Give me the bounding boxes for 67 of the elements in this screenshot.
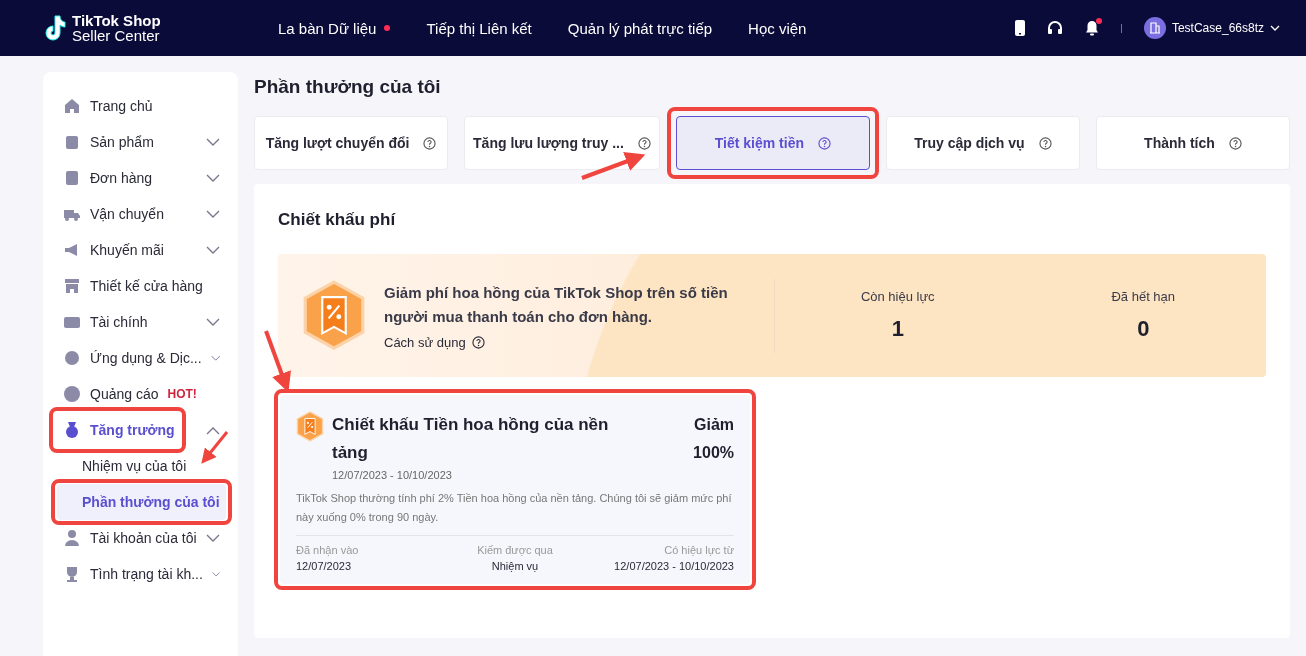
logo-title: TikTok Shop (72, 13, 161, 28)
hot-label: HOT! (167, 387, 197, 401)
chevron-up-icon[interactable] (206, 425, 220, 435)
field-value: 12/07/2023 - 10/10/2023 (614, 560, 734, 572)
sidebar-item[interactable]: Tài khoản của tôi (57, 520, 226, 556)
reward-title: Chiết khấu Tiền hoa hồng của nền tảng (332, 414, 610, 464)
medal-icon (63, 421, 81, 439)
field-label: Đã nhận vào (296, 544, 360, 556)
help-icon (423, 136, 437, 150)
help-icon (1228, 136, 1242, 150)
banner-text: Giảm phí hoa hồng của TikTok Shop trên số tiền người mua thanh toán cho đơn hàng. (384, 283, 729, 327)
reward-dates: 12/07/2023 - 10/10/2023 (332, 469, 453, 481)
sidebar-item[interactable]: Vận chuyển (57, 196, 226, 232)
person-icon (63, 529, 81, 547)
discount-value: 100% (693, 443, 734, 463)
sidebar-item[interactable]: Sản phẩm (57, 124, 226, 160)
sidebar-item[interactable]: Tình trạng tài kh... (57, 556, 226, 592)
avatar[interactable] (1143, 17, 1166, 39)
headset-icon[interactable] (1046, 20, 1063, 36)
sidebar-item[interactable]: Tăng trưởng (57, 412, 226, 448)
field-value: Nhiệm vụ (491, 560, 539, 572)
stat-value: 1 (891, 316, 904, 342)
section-title: Chiết khấu phí (278, 210, 397, 230)
discount-badge-icon (296, 411, 324, 442)
building-icon (1148, 22, 1161, 34)
username[interactable]: TestCase_66s8tz (1171, 21, 1264, 35)
nav-link[interactable]: Tiếp thị Liên kết (426, 19, 532, 37)
phone-icon[interactable] (1014, 20, 1025, 36)
home-icon (63, 97, 81, 115)
sidebar-item[interactable]: Đơn hàng (57, 160, 226, 196)
tab[interactable]: Thành tích (1095, 116, 1290, 170)
help-icon (637, 136, 651, 150)
annotation-arrow (201, 431, 229, 464)
annotation-arrow (581, 152, 646, 180)
sidebar-subitem[interactable]: Phần thưởng của tôi (57, 484, 226, 520)
tab[interactable]: Tiết kiệm tiền (675, 116, 870, 170)
page-title: Phần thưởng của tôi (254, 75, 442, 99)
help-icon (471, 336, 485, 349)
sidebar-subitem[interactable]: Nhiệm vụ của tôi (57, 448, 226, 484)
sidebar-item[interactable]: Trang chủ (57, 88, 226, 124)
nav-link[interactable]: Học viện (748, 19, 807, 37)
logo-subtitle: Seller Center (72, 28, 161, 43)
nav-link[interactable]: Quản lý phát trực tiếp (567, 19, 713, 37)
how-to-use-link[interactable]: Cách sử dụng (384, 335, 466, 350)
stat-label: Còn hiệu lực (860, 289, 935, 304)
help-icon (1038, 136, 1052, 150)
sidebar-item[interactable]: Ứng dụng & Dịc... (57, 340, 226, 376)
tab[interactable]: Truy cập dịch vụ (885, 116, 1080, 170)
tab[interactable]: Tăng lưu lượng truy ... (464, 116, 660, 170)
field-value: 12/07/2023 (296, 560, 353, 572)
sidebar-item[interactable]: Quảng cáo HOT! (57, 376, 226, 412)
sidebar-item[interactable]: Thiết kế cửa hàng (57, 268, 226, 304)
field-label: Kiếm được qua (477, 544, 553, 556)
discount-badge-icon (302, 280, 366, 351)
logo-icon[interactable] (42, 14, 66, 42)
store-icon (63, 277, 81, 295)
tab[interactable]: Tăng lượt chuyển đổi (254, 116, 449, 170)
help-icon (817, 136, 831, 150)
stat-value: 0 (1137, 316, 1150, 342)
field-label: Có hiệu lực từ (664, 544, 734, 556)
sidebar-item[interactable]: Khuyến mãi (57, 232, 226, 268)
reward-description: TikTok Shop thường tính phí 2% Tiền hoa hồng của nền tảng. Chúng tôi sẽ giảm mức phí này xuống 0% trong 90 ngày. (296, 489, 734, 536)
bell-icon[interactable] (1084, 20, 1099, 36)
discount-label: Giảm (694, 415, 734, 435)
sidebar-item[interactable]: Tài chính (57, 304, 226, 340)
stat-label: Đã hết hạn (1111, 289, 1176, 304)
nav-link[interactable]: La bàn Dữ liệu (278, 19, 377, 37)
